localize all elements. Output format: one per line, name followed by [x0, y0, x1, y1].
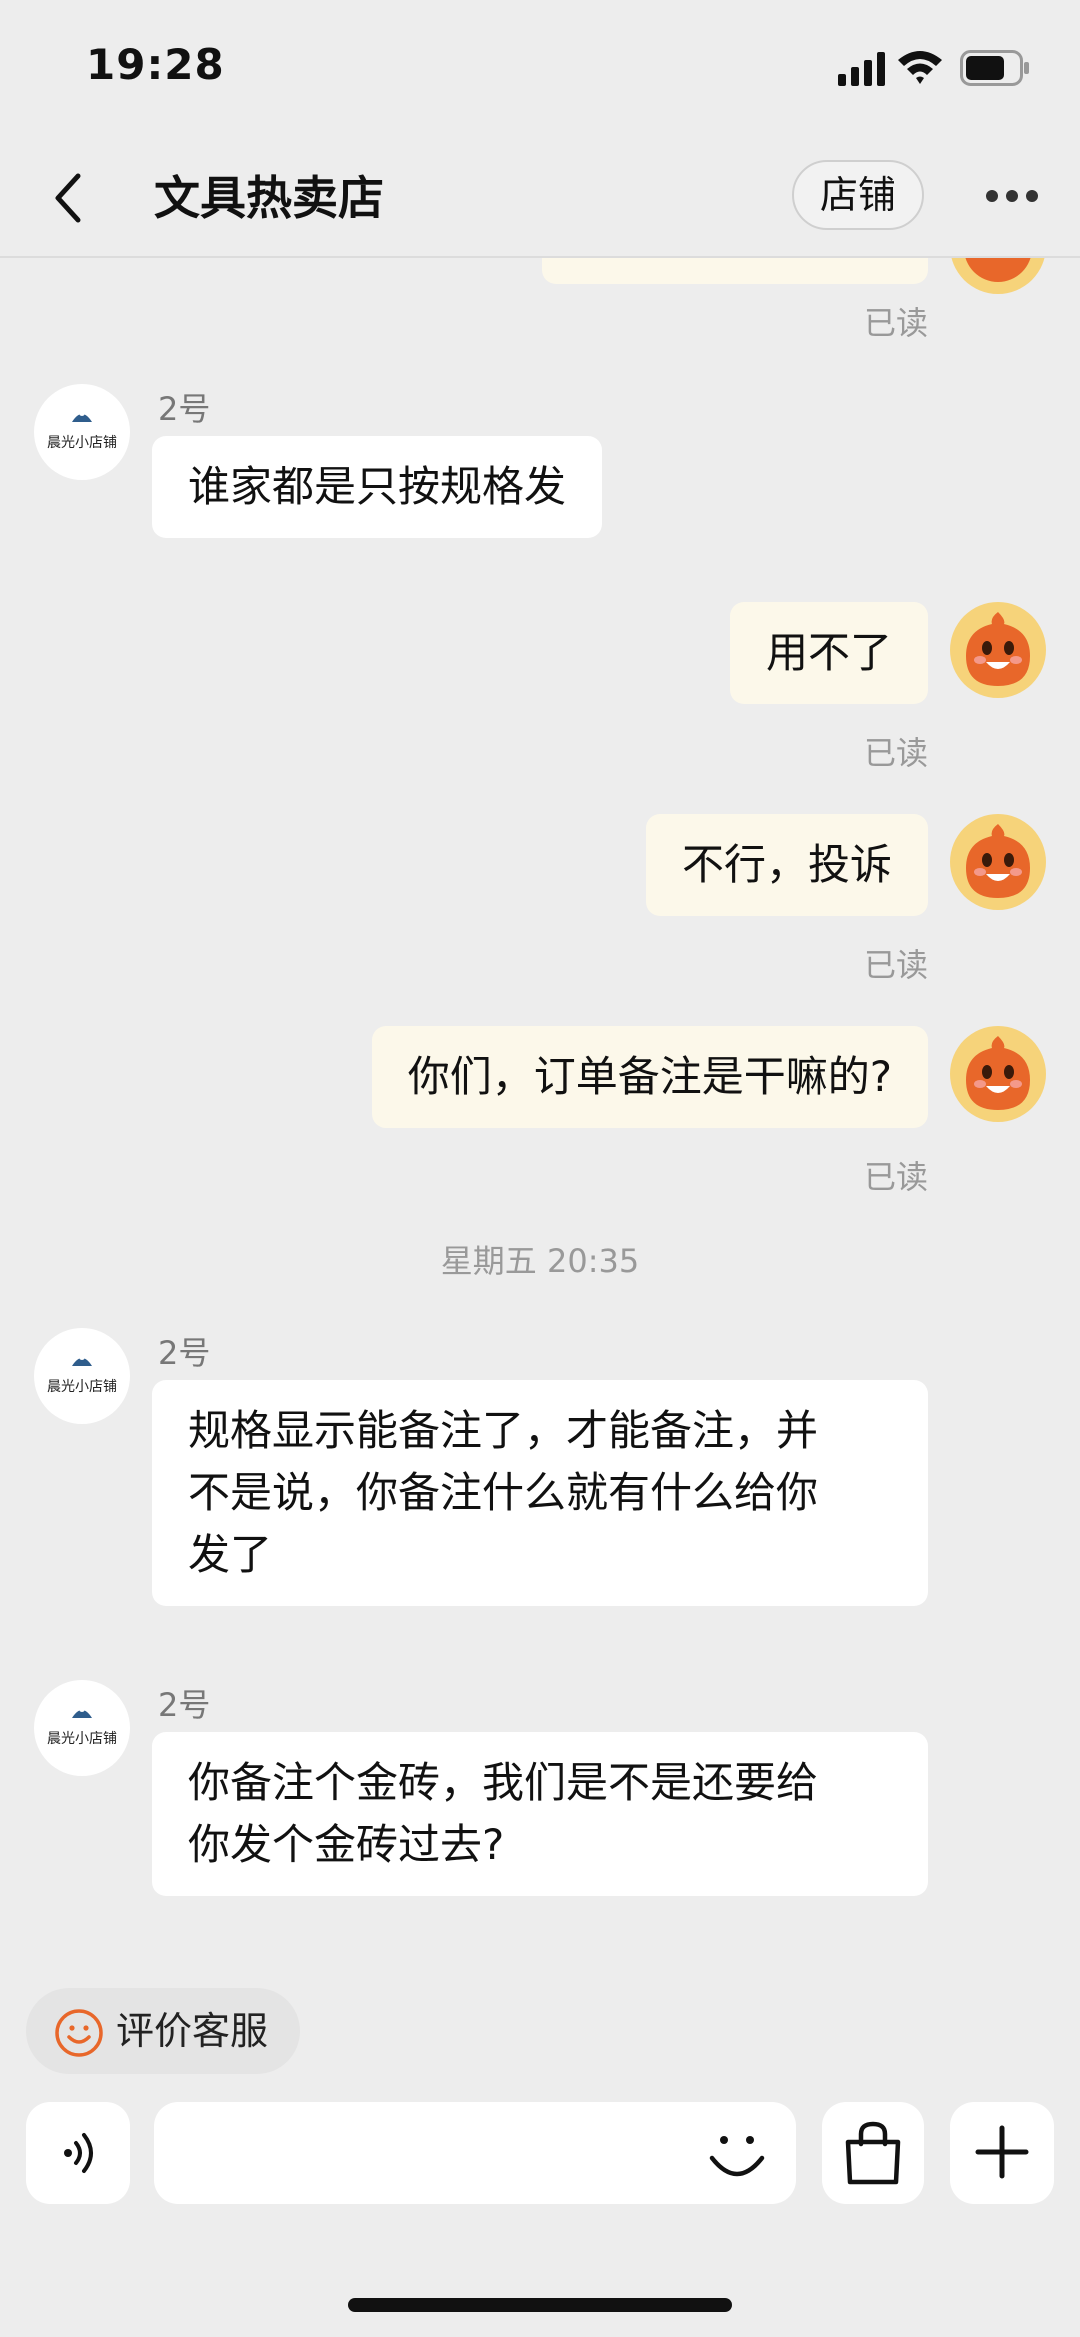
message-input[interactable]	[154, 2102, 796, 2204]
shop-logo-icon	[72, 410, 92, 422]
user-avatar[interactable]	[950, 1026, 1046, 1122]
message-line: 发了	[188, 1530, 273, 1579]
battery-icon	[960, 50, 1029, 86]
message-line: 规格显示能备注了，才能备注，并	[188, 1406, 819, 1455]
shop-logo-icon	[72, 1354, 92, 1366]
shopping-bag-button[interactable]	[822, 2102, 924, 2204]
sender-name: 2号	[158, 390, 211, 428]
shop-avatar[interactable]: 晨光小店铺	[34, 1680, 130, 1776]
shopping-bag-icon	[845, 2121, 901, 2185]
plus-icon	[975, 2125, 1029, 2179]
user-avatar[interactable]	[950, 814, 1046, 910]
outgoing-bubble[interactable]: 用不了	[729, 602, 928, 704]
sender-name: 2号	[158, 1686, 211, 1724]
emoji-icon[interactable]	[702, 2120, 772, 2190]
user-avatar	[951, 258, 1045, 294]
shop-logo-text: 晨光小店铺	[47, 1379, 117, 1395]
voice-button[interactable]	[26, 2102, 130, 2204]
shop-logo-text: 晨光小店铺	[47, 1731, 117, 1747]
signal-icon	[838, 52, 885, 86]
voice-icon	[64, 2133, 93, 2173]
incoming-bubble[interactable]: 你备注个金砖，我们是不是还要给 你发个金砖过去?	[152, 1732, 928, 1896]
status-time: 19:28	[86, 40, 225, 89]
page-title: 文具热卖店	[154, 171, 384, 225]
incoming-bubble[interactable]: 规格显示能备注了，才能备注，并 不是说，你备注什么就有什么给你 发了	[152, 1380, 928, 1606]
outgoing-bubble[interactable]: 你们，订单备注是干嘛的?	[371, 1026, 928, 1128]
shop-button[interactable]: 店铺	[792, 160, 924, 230]
message-list[interactable]: 已读 晨光小店铺 2号 谁家都是只按规格发 用不了 已读 不行，投诉 已读 你们…	[0, 258, 1080, 1980]
wifi-icon	[898, 51, 942, 84]
status-bar: 19:28	[0, 0, 1080, 140]
incoming-bubble[interactable]: 谁家都是只按规格发	[152, 436, 603, 538]
message-line: 不是说，你备注什么就有什么给你	[188, 1468, 819, 1517]
read-receipt: 已读	[863, 946, 928, 984]
shop-logo-icon	[72, 1706, 92, 1718]
smile-icon	[55, 2009, 103, 2057]
read-receipt: 已读	[863, 734, 928, 772]
user-avatar[interactable]	[950, 602, 1046, 698]
message-line: 你发个金砖过去?	[188, 1820, 505, 1869]
read-receipt: 已读	[863, 1158, 928, 1196]
shop-avatar[interactable]: 晨光小店铺	[34, 384, 130, 480]
read-receipt: 已读	[863, 304, 928, 342]
outgoing-bubble-partial	[542, 258, 928, 284]
back-arrow-icon[interactable]	[44, 166, 94, 230]
chat-header: 文具热卖店 店铺	[0, 140, 1080, 258]
rate-service-label: 评价客服	[116, 2009, 269, 2053]
message-line: 你备注个金砖，我们是不是还要给	[188, 1758, 819, 1807]
outgoing-bubble[interactable]: 不行，投诉	[645, 814, 928, 916]
more-dots-icon[interactable]	[986, 190, 1038, 204]
shop-logo-text: 晨光小店铺	[47, 435, 117, 451]
shop-avatar[interactable]: 晨光小店铺	[34, 1328, 130, 1424]
rate-service-button[interactable]: 评价客服	[26, 1988, 300, 2074]
home-indicator	[348, 2298, 732, 2312]
time-divider: 星期五 20:35	[440, 1242, 640, 1280]
sender-name: 2号	[158, 1334, 211, 1372]
more-actions-button[interactable]	[950, 2102, 1054, 2204]
